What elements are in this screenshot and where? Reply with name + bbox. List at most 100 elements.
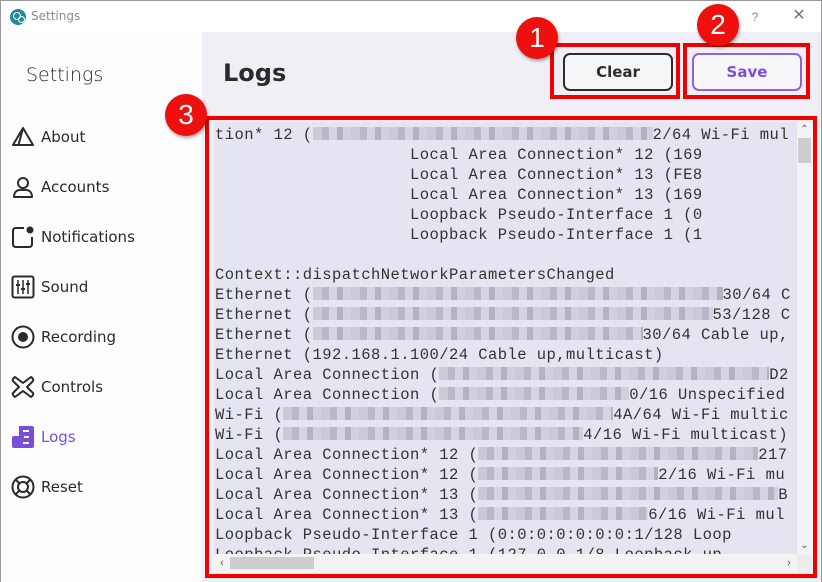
scroll-down-icon[interactable]: ⌄ bbox=[797, 540, 812, 552]
sidebar-item-label: Sound bbox=[41, 278, 89, 296]
redacted-text bbox=[312, 127, 653, 140]
log-line-text: 2/16 Wi-Fi mu bbox=[658, 466, 786, 484]
user-icon bbox=[11, 175, 35, 199]
log-line-text: Local Area Connection* 12 ( bbox=[215, 466, 479, 484]
annotation-badge-1: 1 bbox=[516, 17, 558, 59]
log-line-text: Loopback Pseudo-Interface 1 (0 bbox=[215, 206, 703, 224]
sidebar-item-label: Logs bbox=[41, 428, 76, 446]
sidebar-item-label: Controls bbox=[41, 378, 104, 396]
scroll-up-icon[interactable]: ⌃ bbox=[797, 124, 812, 136]
log-line-text: tion* 12 ( bbox=[215, 126, 313, 144]
redacted-text bbox=[312, 327, 643, 340]
log-line: Ethernet ( 30/64 Cable up, bbox=[215, 325, 797, 345]
redacted-text bbox=[312, 307, 713, 320]
help-button[interactable]: ? bbox=[745, 7, 765, 27]
close-button[interactable]: ✕ bbox=[787, 5, 811, 27]
log-line: Loopback Pseudo-Interface 1 (1 bbox=[215, 225, 797, 245]
sidebar-item-controls[interactable]: Controls bbox=[11, 372, 191, 402]
redacted-text bbox=[478, 447, 759, 460]
log-line-text: Local Area Connection ( bbox=[215, 386, 440, 404]
log-line: Local Area Connection* 12 (169 bbox=[215, 145, 797, 165]
log-line-text: Ethernet ( bbox=[215, 286, 313, 304]
sidebar-item-label: Reset bbox=[41, 478, 83, 496]
settings-window: Settings ? ✕ Settings About Accounts Not… bbox=[0, 0, 822, 582]
sidebar-item-label: Accounts bbox=[41, 178, 110, 196]
log-line-text: Ethernet ( bbox=[215, 326, 313, 344]
log-line: Wi-Fi ( 4A/64 Wi-Fi multic bbox=[215, 405, 797, 425]
sidebar-item-about[interactable]: About bbox=[11, 122, 191, 152]
log-line: Ethernet ( 30/64 C bbox=[215, 285, 797, 305]
sidebar-item-label: Recording bbox=[41, 328, 117, 346]
log-line-text: 6/16 Wi-Fi mul bbox=[648, 506, 785, 524]
log-line-text: Ethernet (192.168.1.100/24 Cable up,mult… bbox=[215, 346, 664, 364]
clear-button[interactable]: Clear bbox=[563, 53, 673, 91]
sidebar-item-notifications[interactable]: Notifications bbox=[11, 222, 191, 252]
log-line: Local Area Connection* 12 (217 bbox=[215, 445, 797, 465]
log-line-text: Local Area Connection ( bbox=[215, 366, 440, 384]
redacted-text bbox=[478, 467, 659, 480]
sidebar-item-accounts[interactable]: Accounts bbox=[11, 172, 191, 202]
log-line-text: Loopback Pseudo-Interface 1 (127.0.0.1/8… bbox=[215, 546, 722, 554]
log-line-text: 4A/64 Wi-Fi multic bbox=[613, 406, 789, 424]
log-line: Local Area Connection* 13 ( 6/16 Wi-Fi mu… bbox=[215, 505, 797, 525]
record-icon bbox=[11, 325, 35, 349]
log-line-text: Loopback Pseudo-Interface 1 (1 bbox=[215, 226, 703, 244]
sidebar-item-label: Notifications bbox=[41, 228, 135, 246]
log-line-text: 30/64 C bbox=[722, 286, 791, 304]
controls-icon bbox=[11, 375, 35, 399]
lifebuoy-icon bbox=[11, 475, 35, 499]
scrollbar-corner bbox=[797, 554, 812, 572]
scroll-left-icon[interactable]: ‹ bbox=[216, 554, 228, 572]
log-panel[interactable]: tion* 12 ( 2/64 Wi-Fi mul Local Area Conn… bbox=[214, 122, 812, 572]
vertical-scroll-thumb[interactable] bbox=[798, 138, 811, 163]
scroll-right-icon[interactable]: › bbox=[783, 554, 795, 572]
sliders-icon bbox=[11, 275, 35, 299]
sidebar-item-recording[interactable]: Recording bbox=[11, 322, 191, 352]
redacted-text bbox=[439, 367, 770, 380]
window-title: Settings bbox=[31, 9, 81, 23]
page-title: Logs bbox=[223, 59, 287, 87]
log-line: Local Area Connection* 13 (FE8 bbox=[215, 165, 797, 185]
log-line-text: D2 bbox=[769, 366, 789, 384]
sidebar-item-logs[interactable]: Logs bbox=[11, 422, 191, 452]
log-line: Ethernet ( 53/128 C bbox=[215, 305, 797, 325]
log-line-text: Wi-Fi ( bbox=[215, 426, 284, 444]
log-line-text: 217 bbox=[758, 446, 788, 464]
redacted-text bbox=[478, 507, 649, 520]
log-line-text: Loopback Pseudo-Interface 1 (0:0:0:0:0:0… bbox=[215, 526, 732, 544]
sidebar-item-reset[interactable]: Reset bbox=[11, 472, 191, 502]
log-line-text: Local Area Connection* 13 (FE8 bbox=[215, 166, 703, 184]
horizontal-scroll-thumb[interactable] bbox=[230, 557, 314, 569]
redacted-text bbox=[283, 407, 614, 420]
log-text[interactable]: tion* 12 ( 2/64 Wi-Fi mul Local Area Conn… bbox=[215, 122, 797, 554]
sidebar-item-sound[interactable]: Sound bbox=[11, 272, 191, 302]
sidebar-item-label: About bbox=[41, 128, 86, 146]
redacted-text bbox=[283, 427, 584, 440]
log-line-text: 53/128 C bbox=[712, 306, 791, 324]
triangle-icon bbox=[11, 125, 35, 149]
vertical-scrollbar[interactable]: ⌃ ⌄ bbox=[797, 122, 812, 554]
log-line: Local Area Connection (0/16 Unspecified bbox=[215, 385, 797, 405]
log-line-text: Local Area Connection* 13 ( bbox=[215, 486, 479, 504]
logs-icon bbox=[11, 425, 35, 449]
log-line-text: 30/64 Cable up, bbox=[642, 326, 789, 344]
sidebar-title: Settings bbox=[26, 64, 104, 86]
save-button[interactable]: Save bbox=[692, 53, 802, 91]
log-line: tion* 12 ( 2/64 Wi-Fi mul bbox=[215, 125, 797, 145]
log-line: Loopback Pseudo-Interface 1 (127.0.0.1/8… bbox=[215, 545, 797, 554]
log-line: Local Area Connection* 13 (169 bbox=[215, 185, 797, 205]
log-line: Loopback Pseudo-Interface 1 (0 bbox=[215, 205, 797, 225]
log-line: Wi-Fi ( 4/16 Wi-Fi multicast) bbox=[215, 425, 797, 445]
log-line-text: 4/16 Wi-Fi multicast) bbox=[583, 426, 789, 444]
notification-icon bbox=[11, 225, 35, 249]
log-line-text: Wi-Fi ( bbox=[215, 406, 284, 424]
log-line-text: Local Area Connection* 13 ( bbox=[215, 506, 479, 524]
log-line: Local Area Connection* 13 (B bbox=[215, 485, 797, 505]
log-line-text: 2/64 Wi-Fi mul bbox=[652, 126, 790, 144]
main-content: Logs Clear Save tion* 12 ( 2/64 Wi-Fi mul… bbox=[202, 32, 821, 582]
log-line-text: Ethernet ( bbox=[215, 306, 313, 324]
log-line: Local Area Connection ( D2 bbox=[215, 365, 797, 385]
horizontal-scrollbar[interactable]: ‹ › bbox=[214, 554, 797, 572]
redacted-text bbox=[478, 487, 779, 500]
log-line-text: Local Area Connection* 13 (169 bbox=[215, 186, 703, 204]
